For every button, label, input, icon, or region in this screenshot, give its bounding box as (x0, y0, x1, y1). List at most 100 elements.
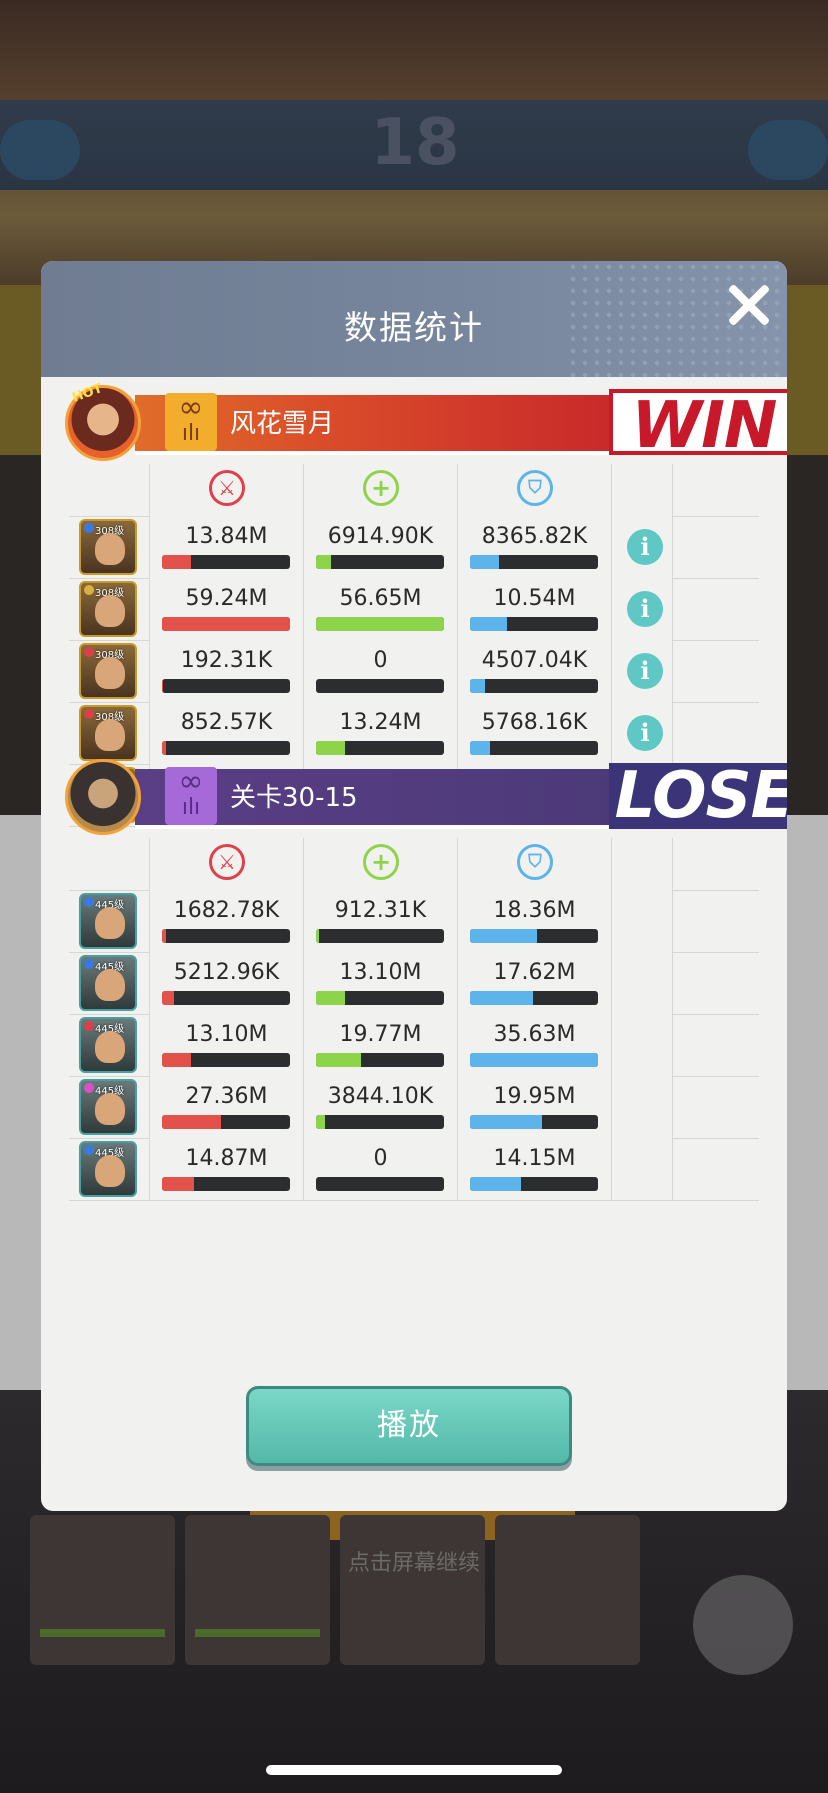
hero-portrait[interactable]: 445级 (79, 1079, 137, 1135)
hero-card (340, 1515, 485, 1665)
defense-bar (470, 929, 598, 943)
defense-cell: 17.62M (457, 952, 611, 1014)
close-icon[interactable] (725, 281, 773, 329)
damage-bar (162, 929, 290, 943)
defense-bar-fill (470, 1115, 542, 1129)
team-avatar[interactable]: HOT (65, 381, 141, 461)
result-win-label: WIN (609, 389, 787, 459)
hero-face (95, 1093, 125, 1125)
hero-cell: 445级 (69, 1076, 149, 1138)
heal-bar (316, 679, 444, 693)
defense-value: 35.63M (493, 1022, 576, 1047)
defense-value: 14.15M (493, 1146, 576, 1171)
defense-bar-fill (470, 679, 486, 693)
hero-face (95, 533, 125, 565)
defense-cell: 19.95M (457, 1076, 611, 1138)
damage-bar-fill (162, 1053, 192, 1067)
damage-bar (162, 1115, 290, 1129)
hero-portrait[interactable]: 445级 (79, 1141, 137, 1197)
left-team-badge (0, 120, 80, 180)
heal-bar (316, 617, 444, 631)
defense-bar-fill (470, 991, 533, 1005)
damage-bar-fill (162, 555, 192, 569)
play-button[interactable]: 播放 (246, 1386, 572, 1466)
guild-emblem-icon (165, 393, 217, 451)
heal-cell: 56.65M (303, 578, 457, 640)
team-avatar[interactable] (65, 759, 141, 835)
round-number: 18 (370, 106, 460, 180)
heal-bar (316, 1177, 444, 1191)
plus-cross-icon: + (363, 844, 399, 880)
info-icon[interactable]: i (627, 653, 663, 689)
shield-icon: ⛉ (517, 470, 553, 506)
hero-portrait[interactable]: 308级 (79, 705, 137, 761)
info-cell: i (611, 578, 673, 640)
info-icon[interactable]: i (627, 715, 663, 751)
hero-portrait[interactable]: 445级 (79, 893, 137, 949)
hero-stat-row: 445级 27.36M 3844.10K 19.95M (69, 1076, 759, 1139)
heal-cell: 13.24M (303, 702, 457, 764)
heal-bar-fill (316, 1053, 361, 1067)
hero-portrait[interactable]: 308级 (79, 643, 137, 699)
hero-portrait[interactable]: 445级 (79, 1017, 137, 1073)
team-name: 关卡30-15 (230, 783, 358, 813)
defense-cell: 18.36M (457, 890, 611, 952)
hero-card (185, 1515, 330, 1665)
home-indicator[interactable] (266, 1765, 562, 1775)
hero-portrait[interactable]: 308级 (79, 519, 137, 575)
hero-face (95, 595, 125, 627)
defense-cell: 14.15M (457, 1138, 611, 1200)
column-header-row: ⚔ + ⛉ (69, 464, 759, 517)
hero-cell: 308级 (69, 516, 149, 578)
sword-icon: ⚔ (209, 844, 245, 880)
battle-stats-dialog: 数据统计 风花雪月 WIN HOT ⚔ + ⛉ 308级 13.84M 6914.9… (41, 261, 787, 1511)
damage-value: 13.84M (185, 524, 268, 549)
damage-bar-fill (162, 1115, 221, 1129)
damage-bar-fill (162, 741, 166, 755)
heal-bar-fill (316, 991, 346, 1005)
heal-bar-fill (316, 555, 332, 569)
continue-hint: 点击屏幕继续 (347, 1551, 480, 1576)
info-icon[interactable]: i (627, 529, 663, 565)
defense-value: 17.62M (493, 960, 576, 985)
hero-cell: 308级 (69, 702, 149, 764)
damage-bar-fill (162, 991, 174, 1005)
damage-bar-fill (162, 929, 166, 943)
defense-cell: 8365.82K (457, 516, 611, 578)
defense-value: 5768.16K (481, 710, 588, 735)
faction-gem-icon (84, 897, 94, 907)
heal-value: 912.31K (334, 898, 427, 923)
defense-bar-fill (470, 617, 508, 631)
hero-cell: 308级 (69, 640, 149, 702)
plus-cross-icon: + (363, 470, 399, 506)
info-cell: i (611, 702, 673, 764)
damage-bar (162, 1053, 290, 1067)
right-team-badge (748, 120, 828, 180)
damage-cell: 59.24M (149, 578, 303, 640)
heal-bar (316, 555, 444, 569)
damage-value: 852.57K (180, 710, 273, 735)
hero-cell: 445级 (69, 952, 149, 1014)
heal-cell: 13.10M (303, 952, 457, 1014)
info-icon[interactable]: i (627, 591, 663, 627)
defense-bar (470, 1177, 598, 1191)
info-cell (611, 1014, 673, 1076)
team-name: 风花雪月 (230, 409, 335, 439)
damage-value: 59.24M (185, 586, 268, 611)
defense-bar (470, 1115, 598, 1129)
hero-portrait[interactable]: 445级 (79, 955, 137, 1011)
hero-portrait[interactable]: 308级 (79, 581, 137, 637)
heal-bar (316, 929, 444, 943)
hero-cell: 445级 (69, 1014, 149, 1076)
defense-value: 18.36M (493, 898, 576, 923)
hero-stat-row: 445级 5212.96K 13.10M 17.62M (69, 952, 759, 1015)
defense-bar (470, 555, 598, 569)
heal-bar-fill (316, 1115, 325, 1129)
hero-stat-row: 445级 14.87M 0 14.15M (69, 1138, 759, 1201)
damage-value: 13.10M (185, 1022, 268, 1047)
heal-bar-fill (316, 741, 346, 755)
damage-cell: 27.36M (149, 1076, 303, 1138)
column-header-row: ⚔ + ⛉ (69, 838, 759, 891)
hero-stat-row: 308级 59.24M 56.65M 10.54M i (69, 578, 759, 641)
damage-cell: 13.84M (149, 516, 303, 578)
